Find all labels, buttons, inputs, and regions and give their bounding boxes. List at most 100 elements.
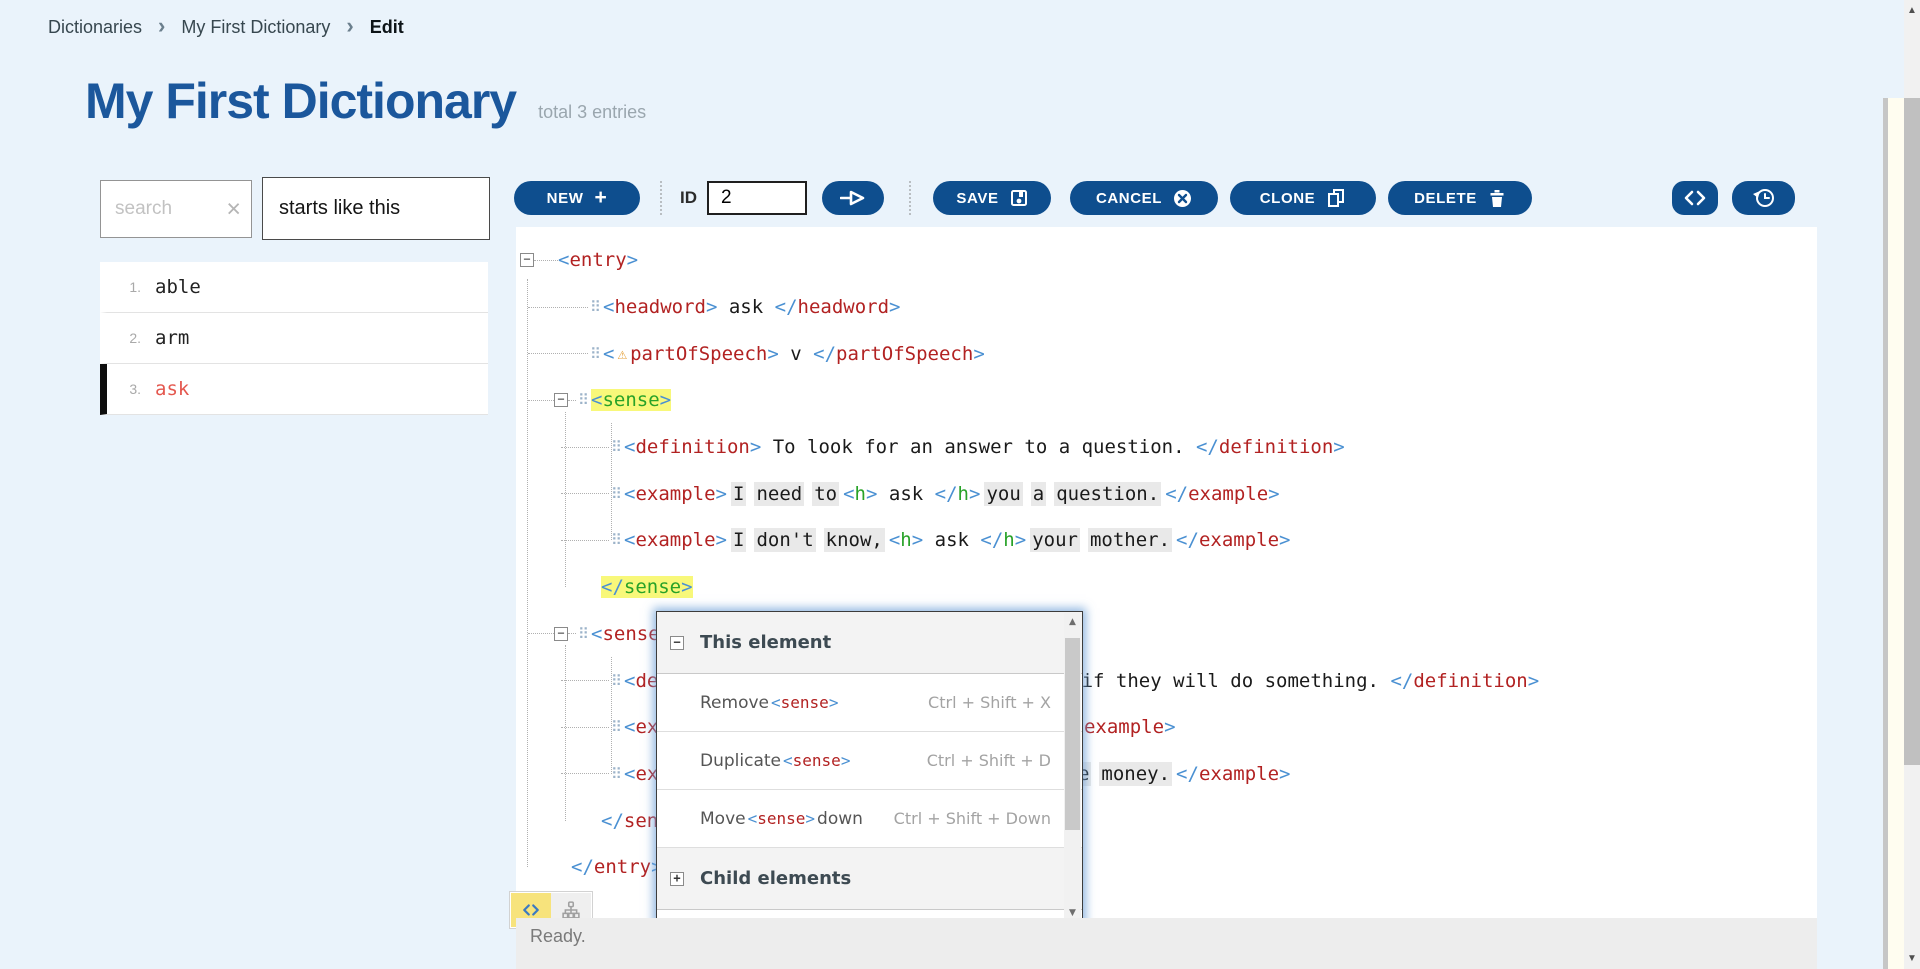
tag-name-selected[interactable]: h — [855, 483, 866, 505]
search-input[interactable] — [115, 198, 215, 220]
text-node[interactable]: To look for an answer to a question. — [761, 436, 1196, 458]
tag-name-selected[interactable]: h — [900, 529, 911, 551]
clear-search-icon[interactable]: × — [226, 197, 241, 222]
search-mode-select[interactable]: starts like this — [262, 177, 490, 240]
tag-name-selected[interactable]: h — [958, 483, 969, 505]
tag-name[interactable]: entry — [594, 856, 651, 878]
tag-name[interactable]: partOfSpeech — [630, 343, 767, 365]
page-scroll-thumb[interactable] — [1904, 98, 1920, 765]
header: My First Dictionary total 3 entries — [85, 72, 646, 130]
xml-line: ⠿<example>Ineedto<h> ask </h>youaquestio… — [516, 470, 1817, 517]
new-entry-button[interactable]: NEW + — [514, 181, 640, 215]
entry-headword: arm — [155, 327, 189, 349]
tag-punctuation: </ — [935, 483, 958, 505]
scroll-up-icon[interactable]: ▲ — [1904, 5, 1920, 16]
clone-button[interactable]: CLONE — [1230, 181, 1376, 215]
menu-item-duplicate[interactable]: Duplicate <sense>Ctrl + Shift + D — [657, 732, 1082, 790]
menu-item-move[interactable]: Move <sense> downCtrl + Shift + Down — [657, 790, 1082, 848]
tag-name[interactable]: definition — [1413, 670, 1527, 692]
tag-punctuation: > — [750, 436, 761, 458]
drag-handle-icon[interactable]: ⠿ — [611, 531, 622, 549]
collapse-icon[interactable]: − — [670, 636, 684, 650]
tag-name[interactable]: example — [1199, 529, 1279, 551]
tag-punctuation: > — [969, 483, 980, 505]
tag-punctuation: < — [591, 623, 602, 645]
source-code-button[interactable] — [1672, 181, 1718, 215]
text-node[interactable]: v — [779, 343, 813, 365]
drag-handle-icon[interactable]: ⠿ — [611, 765, 622, 783]
tag-name[interactable]: definition — [1219, 436, 1333, 458]
drag-handle-icon[interactable]: ⠿ — [578, 391, 589, 409]
text-chunk[interactable]: money. — [1099, 762, 1172, 786]
tag-name[interactable]: example — [635, 529, 715, 551]
tag-punctuation: > — [1279, 763, 1290, 785]
tag-name[interactable]: entry — [569, 249, 626, 271]
text-chunk[interactable]: don't — [754, 528, 815, 552]
save-button[interactable]: SAVE — [933, 181, 1051, 215]
tag-punctuation: > — [1279, 529, 1290, 551]
drag-handle-icon[interactable]: ⠿ — [590, 345, 601, 363]
entry-id-input[interactable] — [707, 181, 807, 215]
drag-handle-icon[interactable]: ⠿ — [590, 298, 601, 316]
tag-name[interactable]: definition — [635, 436, 749, 458]
drag-handle-icon[interactable]: ⠿ — [578, 625, 589, 643]
text-chunk[interactable]: need — [754, 482, 804, 506]
menu-section-header-child-elements[interactable]: +Child elements — [657, 848, 1082, 910]
tag-name-selected[interactable]: sense — [624, 576, 681, 598]
tag-name-selected[interactable]: h — [1003, 529, 1014, 551]
tag-punctuation: > — [716, 529, 727, 551]
menu-scroll-thumb[interactable] — [1065, 638, 1080, 830]
expand-icon[interactable]: + — [670, 872, 684, 886]
scroll-down-icon[interactable]: ▼ — [1904, 953, 1920, 964]
tag-punctuation: > — [681, 576, 692, 598]
history-button[interactable] — [1732, 181, 1795, 215]
collapse-toggle-icon[interactable]: − — [554, 393, 568, 407]
tag-name[interactable]: example — [1188, 483, 1268, 505]
breadcrumb-item-dictionaries[interactable]: Dictionaries — [48, 17, 142, 38]
tag-name[interactable]: example — [1199, 763, 1279, 785]
tag-name[interactable]: example — [635, 483, 715, 505]
delete-button[interactable]: DELETE — [1388, 181, 1532, 215]
text-node[interactable]: ask — [877, 483, 934, 505]
text-chunk[interactable]: you — [984, 482, 1022, 506]
collapse-toggle-icon[interactable]: − — [520, 253, 534, 267]
tag-name[interactable]: partOfSpeech — [836, 343, 973, 365]
text-chunk[interactable]: a — [1031, 482, 1046, 506]
tag-name[interactable]: example — [1084, 716, 1164, 738]
menu-section-header-this-element[interactable]: −This element — [657, 612, 1082, 674]
tag-name[interactable]: headword — [614, 296, 706, 318]
text-chunk[interactable]: your — [1030, 528, 1080, 552]
entry-number: 2. — [107, 330, 141, 346]
scroll-down-icon[interactable]: ▼ — [1064, 908, 1081, 918]
entry-list-item-ask[interactable]: 3.ask — [100, 364, 488, 415]
text-chunk[interactable]: I — [731, 482, 746, 506]
entry-list-item-able[interactable]: 1.able — [100, 262, 488, 313]
tag-punctuation: > — [1015, 529, 1026, 551]
scroll-up-icon[interactable]: ▲ — [1064, 617, 1081, 627]
text-node[interactable]: ask — [717, 296, 774, 318]
entry-list-item-arm[interactable]: 2. arm — [100, 313, 488, 364]
tag-punctuation: > — [706, 296, 717, 318]
tag-name-selected[interactable]: sense — [602, 389, 659, 411]
collapse-toggle-icon[interactable]: − — [554, 627, 568, 641]
go-to-id-button[interactable] — [822, 181, 884, 215]
cancel-button[interactable]: CANCEL — [1070, 181, 1218, 215]
text-chunk[interactable]: to — [812, 482, 839, 506]
text-chunk[interactable]: mother. — [1088, 528, 1172, 552]
text-chunk[interactable]: I — [731, 528, 746, 552]
drag-handle-icon[interactable]: ⠿ — [611, 438, 622, 456]
text-chunk[interactable]: know, — [824, 528, 885, 552]
menu-scrollbar[interactable]: ▲ ▼ — [1064, 613, 1081, 918]
tag-name[interactable]: sense — [602, 623, 659, 645]
tag-name[interactable]: headword — [798, 296, 890, 318]
breadcrumb-item-my-first-dictionary[interactable]: My First Dictionary — [181, 17, 330, 38]
tag-punctuation: < — [624, 483, 635, 505]
page-scrollbar[interactable]: ▲ ▼ — [1904, 0, 1920, 969]
drag-handle-icon[interactable]: ⠿ — [611, 718, 622, 736]
drag-handle-icon[interactable]: ⠿ — [611, 672, 622, 690]
drag-handle-icon[interactable]: ⠿ — [611, 485, 622, 503]
menu-item-remove[interactable]: Remove <sense>Ctrl + Shift + X — [657, 674, 1082, 732]
text-chunk[interactable]: question. — [1054, 482, 1161, 506]
entry-number: 3. — [107, 381, 141, 397]
text-node[interactable]: ask — [923, 529, 980, 551]
